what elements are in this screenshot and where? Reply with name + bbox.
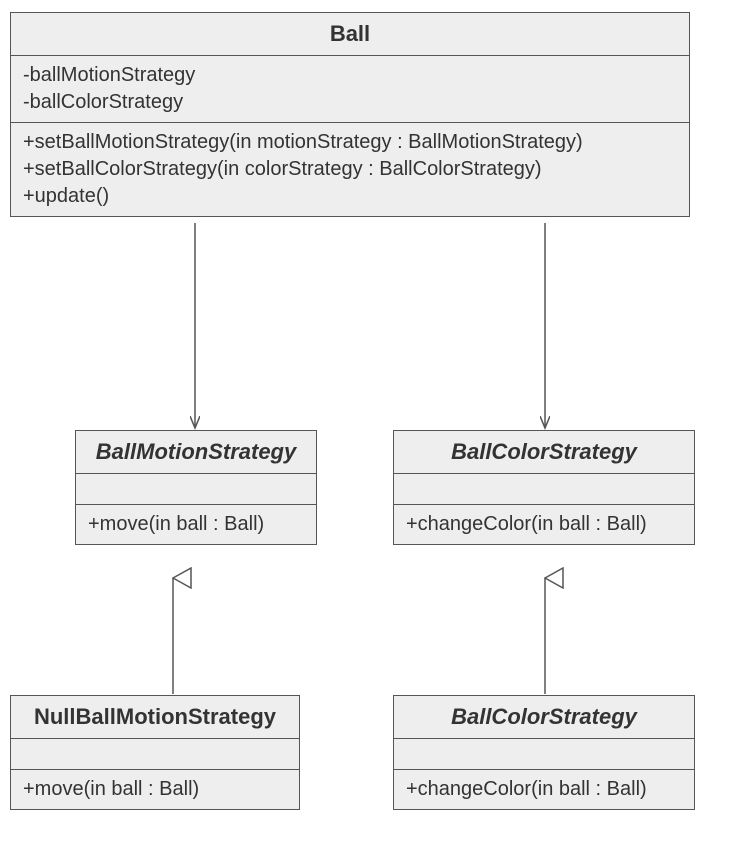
class-color-strategy-sub-ops: +changeColor(in ball : Ball) [394, 770, 694, 809]
op-row: +move(in ball : Ball) [23, 776, 287, 803]
class-color-strategy: BallColorStrategy +changeColor(in ball :… [393, 430, 695, 545]
attr-row: -ballColorStrategy [23, 89, 677, 116]
class-motion-strategy-name: BallMotionStrategy [76, 431, 316, 474]
class-ball-ops: +setBallMotionStrategy(in motionStrategy… [11, 123, 689, 216]
class-motion-strategy: BallMotionStrategy +move(in ball : Ball) [75, 430, 317, 545]
attr-row: -ballMotionStrategy [23, 62, 677, 89]
class-motion-strategy-attrs [76, 474, 316, 505]
op-row: +move(in ball : Ball) [88, 511, 304, 538]
class-color-strategy-sub: BallColorStrategy +changeColor(in ball :… [393, 695, 695, 810]
class-motion-strategy-ops: +move(in ball : Ball) [76, 505, 316, 544]
class-color-strategy-ops: +changeColor(in ball : Ball) [394, 505, 694, 544]
class-color-strategy-attrs [394, 474, 694, 505]
class-null-motion-strategy-name: NullBallMotionStrategy [11, 696, 299, 739]
class-ball: Ball -ballMotionStrategy -ballColorStrat… [10, 12, 690, 217]
class-null-motion-strategy: NullBallMotionStrategy +move(in ball : B… [10, 695, 300, 810]
class-color-strategy-name: BallColorStrategy [394, 431, 694, 474]
op-row: +update() [23, 183, 677, 210]
class-ball-attrs: -ballMotionStrategy -ballColorStrategy [11, 56, 689, 123]
class-color-strategy-sub-name: BallColorStrategy [394, 696, 694, 739]
class-null-motion-strategy-attrs [11, 739, 299, 770]
op-row: +setBallColorStrategy(in colorStrategy :… [23, 156, 677, 183]
op-row: +changeColor(in ball : Ball) [406, 776, 682, 803]
op-row: +changeColor(in ball : Ball) [406, 511, 682, 538]
class-color-strategy-sub-attrs [394, 739, 694, 770]
class-null-motion-strategy-ops: +move(in ball : Ball) [11, 770, 299, 809]
op-row: +setBallMotionStrategy(in motionStrategy… [23, 129, 677, 156]
class-ball-name: Ball [11, 13, 689, 56]
